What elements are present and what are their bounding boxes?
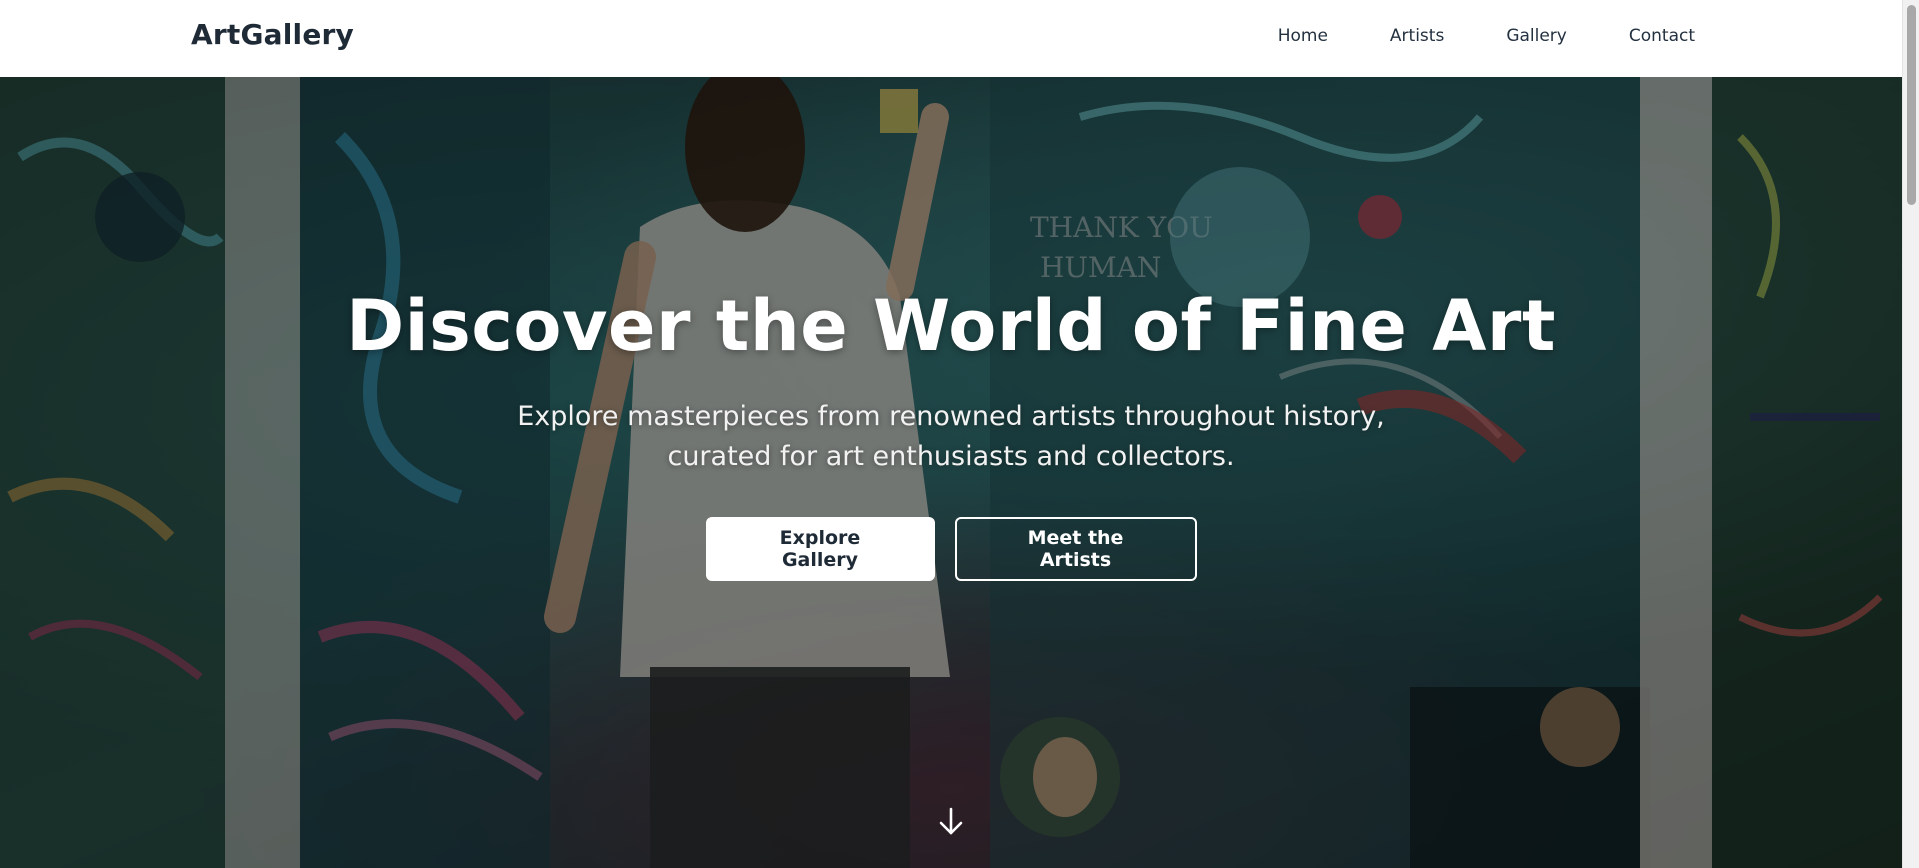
hero-subtitle-line1: Explore masterpieces from renowned artis… xyxy=(517,401,1385,432)
page-scrollbar[interactable] xyxy=(1902,0,1919,868)
explore-gallery-button[interactable]: Explore Gallery xyxy=(705,517,935,581)
scrollbar-thumb[interactable] xyxy=(1907,5,1916,205)
nav-link-home[interactable]: Home xyxy=(1278,26,1328,46)
nav-links: Home Artists Gallery Contact xyxy=(1278,26,1695,46)
hero-subtitle-line2: curated for art enthusiasts and collecto… xyxy=(667,441,1235,472)
arrow-down-icon[interactable] xyxy=(937,806,965,838)
meet-artists-button[interactable]: Meet the Artists xyxy=(954,517,1197,581)
page: ArtGallery Home Artists Gallery Contact xyxy=(0,0,1919,868)
hero-content: Discover the World of Fine Art Explore m… xyxy=(0,77,1902,868)
hero-subtitle: Explore masterpieces from renowned artis… xyxy=(0,397,1902,477)
hero-title: Discover the World of Fine Art xyxy=(346,285,1556,367)
hero-buttons: Explore Gallery Meet the Artists xyxy=(0,517,1902,581)
navbar: ArtGallery Home Artists Gallery Contact xyxy=(0,0,1902,77)
hero-section: THANK YOU HUMAN Discover the World of Fi… xyxy=(0,77,1902,868)
nav-link-gallery[interactable]: Gallery xyxy=(1506,26,1567,46)
nav-link-artists[interactable]: Artists xyxy=(1390,26,1444,46)
brand-logo[interactable]: ArtGallery xyxy=(191,18,354,51)
nav-link-contact[interactable]: Contact xyxy=(1629,26,1695,46)
